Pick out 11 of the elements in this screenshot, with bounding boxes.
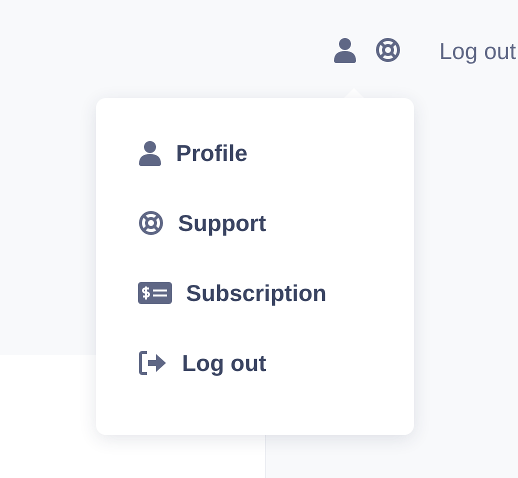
menu-item[interactable]: Log out <box>138 346 266 380</box>
user-icon <box>333 36 358 62</box>
payment-card-icon <box>138 282 172 304</box>
logout-link[interactable]: Log out <box>439 38 516 66</box>
exit-arrow-icon <box>138 350 168 376</box>
menu-item[interactable]: Subscription <box>138 276 327 310</box>
lifebuoy-icon <box>138 210 164 236</box>
user-icon <box>138 140 162 166</box>
menu-item[interactable]: Support <box>138 206 266 240</box>
menu-item[interactable]: Profile <box>138 136 248 170</box>
lifebuoy-icon <box>375 36 402 62</box>
